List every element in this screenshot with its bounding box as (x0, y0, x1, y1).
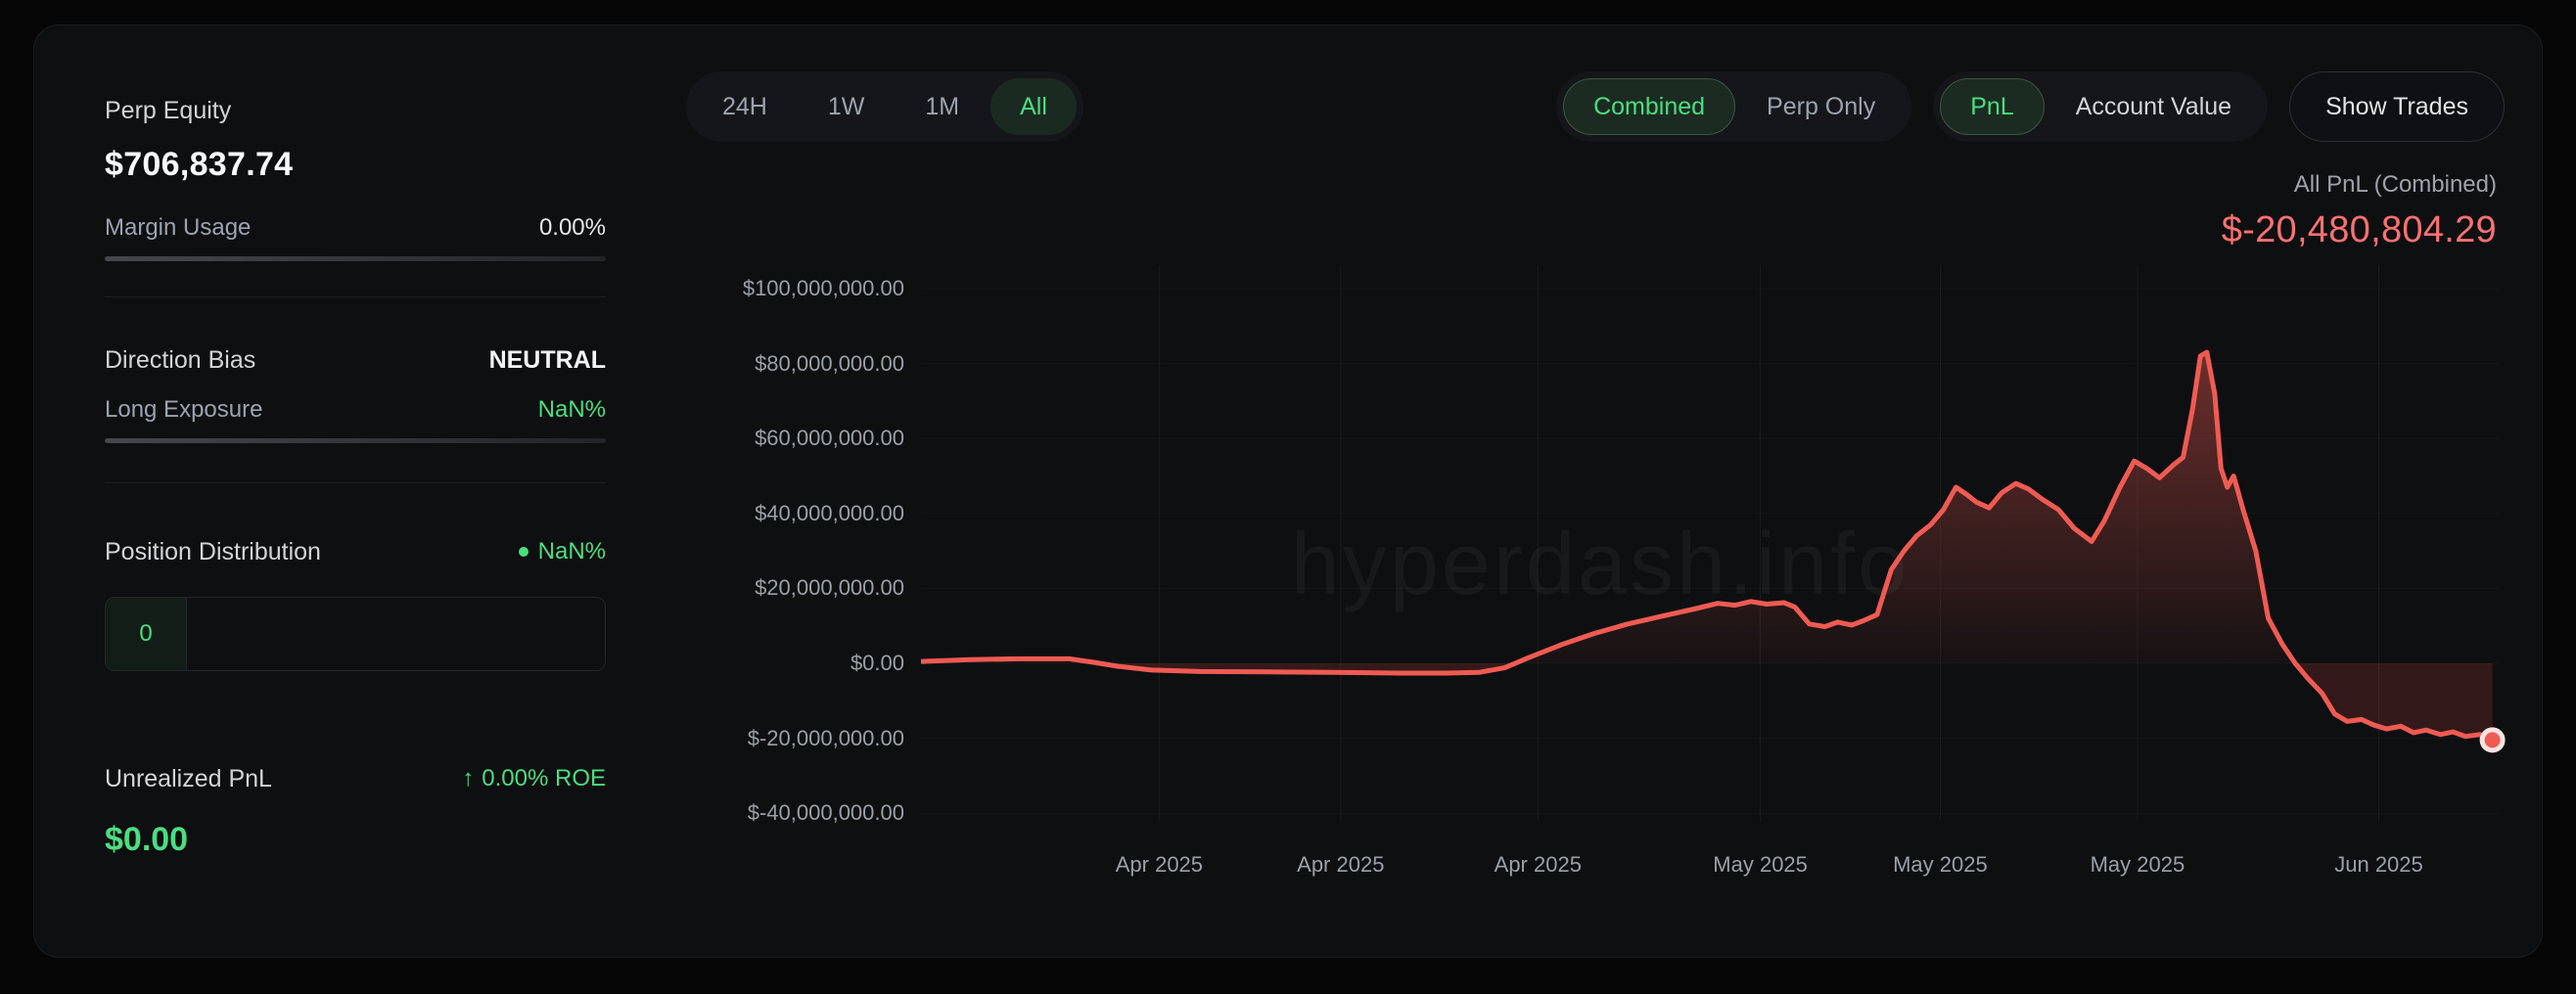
perp-equity-value: $706,837.74 (105, 147, 606, 182)
source-toggle-group: Combined Perp Only (1556, 71, 1911, 142)
y-axis-tick-label: $-20,000,000.00 (748, 726, 904, 751)
up-arrow-icon: ↑ (462, 765, 474, 792)
unrealized-pnl-value: $0.00 (105, 822, 606, 857)
time-range-all-button[interactable]: All (990, 78, 1077, 135)
perp-equity-label: Perp Equity (105, 99, 606, 123)
y-axis-tick-label: $-40,000,000.00 (748, 800, 904, 826)
position-distribution-label: Position Distribution (105, 538, 321, 565)
margin-usage-value: 0.00% (539, 215, 606, 241)
dashboard-card: Perp Equity $706,837.74 Margin Usage 0.0… (33, 24, 2543, 958)
chart-title: All PnL (Combined) (2222, 172, 2497, 198)
margin-usage-bar (105, 256, 606, 261)
y-axis-tick-label: $100,000,000.00 (743, 276, 904, 301)
position-distribution-bar: 0 (105, 597, 606, 671)
chart-total-pnl-value: $-20,480,804.29 (2222, 209, 2497, 250)
show-trades-button[interactable]: Show Trades (2289, 71, 2505, 142)
status-dot-icon (519, 547, 529, 557)
pnl-chart[interactable] (921, 246, 2507, 872)
chart-header: All PnL (Combined) $-20,480,804.29 (2222, 172, 2497, 250)
position-distribution-cell: 0 (106, 598, 187, 670)
direction-bias-label: Direction Bias (105, 346, 255, 374)
time-range-1w-button[interactable]: 1W (799, 78, 895, 135)
long-exposure-label: Long Exposure (105, 397, 262, 423)
unrealized-pnl-label: Unrealized PnL (105, 765, 272, 792)
time-range-24h-button[interactable]: 24H (693, 78, 797, 135)
pnl-chart-svg (921, 246, 2507, 872)
long-exposure-bar (105, 438, 606, 443)
unrealized-roe-value: 0.00% ROE (482, 765, 606, 792)
metric-toggle-group: PnL Account Value (1933, 71, 2268, 142)
direction-bias-value: NEUTRAL (489, 346, 606, 374)
source-toggle-perp-only-button[interactable]: Perp Only (1737, 78, 1905, 135)
metric-toggle-pnl-button[interactable]: PnL (1940, 78, 2044, 135)
y-axis-tick-label: $20,000,000.00 (755, 575, 904, 601)
y-axis-tick-label: $40,000,000.00 (755, 501, 904, 526)
y-axis-tick-label: $80,000,000.00 (755, 351, 904, 377)
sidebar-divider (105, 482, 606, 483)
position-distribution-value: NaN% (538, 538, 606, 565)
y-axis-tick-label: $0.00 (851, 651, 904, 676)
time-range-1m-button[interactable]: 1M (896, 78, 989, 135)
account-sidebar: Perp Equity $706,837.74 Margin Usage 0.0… (105, 99, 606, 857)
margin-usage-label: Margin Usage (105, 215, 251, 241)
time-range-group: 24H 1W 1M All (686, 71, 1083, 142)
long-exposure-value: NaN% (538, 397, 606, 423)
chart-controls: Combined Perp Only PnL Account Value Sho… (1556, 71, 2505, 142)
metric-toggle-account-value-button[interactable]: Account Value (2047, 78, 2261, 135)
source-toggle-combined-button[interactable]: Combined (1563, 78, 1735, 135)
sidebar-divider (105, 296, 606, 297)
y-axis-tick-label: $60,000,000.00 (755, 426, 904, 451)
